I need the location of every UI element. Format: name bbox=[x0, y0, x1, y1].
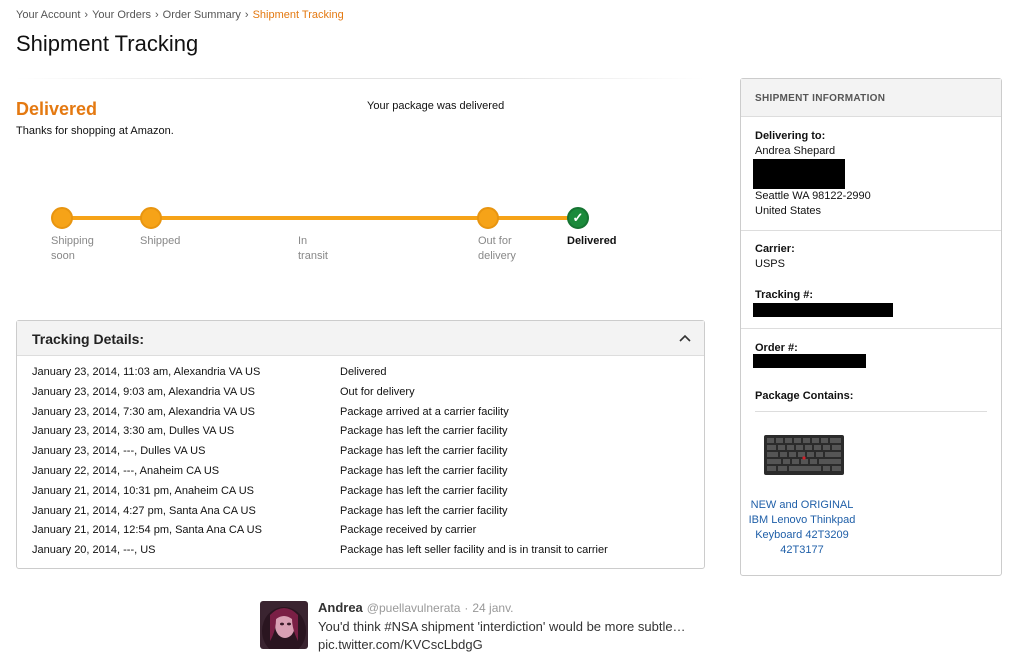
tracking-event-status: Package has left the carrier facility bbox=[340, 464, 508, 477]
tracking-details-header[interactable]: Tracking Details: bbox=[17, 321, 704, 356]
step-dot-out-for-delivery bbox=[477, 207, 499, 229]
city-state-zip: Seattle WA 98122-2990 bbox=[755, 190, 871, 202]
redacted-tracking-number bbox=[753, 303, 893, 317]
tracking-event-status: Delivered bbox=[340, 366, 387, 378]
tracking-event-datetime: January 23, 2014, 9:03 am, Alexandria VA… bbox=[32, 385, 255, 398]
tweet-author-name[interactable]: Andrea bbox=[318, 600, 363, 615]
breadcrumb-your-account[interactable]: Your Account bbox=[16, 9, 80, 21]
carrier-name: USPS bbox=[755, 258, 785, 270]
avatar[interactable] bbox=[260, 601, 308, 649]
tweet: Andrea @puellavulnerata · 24 janv. You'd th… bbox=[260, 600, 740, 659]
breadcrumb-your-orders[interactable]: Your Orders bbox=[92, 9, 151, 21]
package-contents: Package Contains: bbox=[755, 389, 989, 404]
tweet-text: You'd think #NSA shipment 'interdiction'… bbox=[318, 618, 686, 654]
shipment-info-panel: SHIPMENT INFORMATION Delivering to: Andr… bbox=[740, 78, 1002, 576]
country: United States bbox=[755, 205, 822, 217]
order-number-info: Order #: bbox=[753, 341, 989, 368]
tweet-pic-link[interactable]: pic.twitter.com/KVCscLbdgG bbox=[318, 636, 686, 654]
tracking-event-datetime: January 22, 2014, ---, Anaheim CA US bbox=[32, 464, 220, 477]
order-number-label: Order #: bbox=[755, 342, 798, 354]
step-label-out-for-delivery: Out for delivery bbox=[478, 235, 516, 262]
tracking-event-datetime: January 21, 2014, 10:31 pm, Anaheim CA U… bbox=[32, 484, 254, 497]
tracking-event-status: Out for delivery bbox=[340, 385, 415, 398]
step-label-shipping-soon: Shipping soon bbox=[51, 235, 94, 262]
tracking-event-status: Package has left the carrier facility bbox=[340, 504, 508, 517]
divider bbox=[741, 230, 1001, 231]
breadcrumb: Your Account › Your Orders › Order Summary › S… bbox=[16, 9, 344, 21]
tracking-event-datetime: January 23, 2014, ---, Dulles VA US bbox=[32, 445, 206, 458]
tweet-handle[interactable]: @puellavulnerata bbox=[367, 601, 461, 615]
step-dot-shipping-soon bbox=[51, 207, 73, 229]
tracking-event-datetime: January 23, 2014, 3:30 am, Dulles VA US bbox=[32, 425, 235, 438]
breadcrumb-current: Shipment Tracking bbox=[252, 9, 344, 21]
tracking-event-status: Package has left seller facility and is … bbox=[340, 544, 608, 557]
tracking-event-status: Package has left the carrier facility bbox=[340, 484, 508, 497]
step-label-shipped: Shipped bbox=[140, 235, 181, 247]
divider bbox=[755, 411, 987, 412]
breadcrumb-separator: › bbox=[84, 9, 89, 21]
checkmark-icon: ✓ bbox=[567, 207, 589, 229]
step-dot-shipped bbox=[140, 207, 162, 229]
tracking-details-panel: Tracking Details: January 23, 2014, 11:0… bbox=[16, 320, 705, 569]
divider bbox=[741, 328, 1001, 329]
step-label-in-transit: In transit bbox=[298, 235, 328, 262]
breadcrumb-separator: › bbox=[244, 9, 249, 21]
carrier-info: Carrier: USPS bbox=[755, 242, 989, 272]
tweet-text-line: You'd think #NSA shipment 'interdiction'… bbox=[318, 619, 686, 634]
redacted-street-address bbox=[753, 159, 845, 189]
tracking-event-status: Package received by carrier bbox=[340, 524, 477, 537]
tracking-event-datetime: January 23, 2014, 7:30 am, Alexandria VA… bbox=[32, 405, 255, 418]
delivering-to-label: Delivering to: bbox=[755, 130, 826, 142]
tracking-event-status: Package has left the carrier facility bbox=[340, 445, 508, 458]
keyboard-product-image[interactable] bbox=[763, 431, 845, 479]
carrier-label: Carrier: bbox=[755, 243, 795, 255]
package-item-link[interactable]: NEW and ORIGINAL IBM Lenovo Thinkpad Key… bbox=[741, 498, 863, 558]
page-title: Shipment Tracking bbox=[16, 31, 199, 56]
delivery-status-card: Delivered Thanks for shopping at Amazon.… bbox=[16, 78, 704, 310]
redacted-order-number bbox=[753, 354, 866, 368]
tweet-timestamp[interactable]: 24 janv. bbox=[472, 601, 513, 615]
breadcrumb-order-summary[interactable]: Order Summary bbox=[163, 9, 241, 21]
tracking-event-datetime: January 21, 2014, 12:54 pm, Santa Ana CA… bbox=[32, 524, 262, 537]
chevron-up-icon[interactable] bbox=[679, 329, 691, 345]
tracking-event-datetime: January 23, 2014, 11:03 am, Alexandria V… bbox=[32, 366, 261, 378]
delivery-address: Delivering to: Andrea Shepard Seattle WA… bbox=[753, 129, 989, 219]
tracking-event-status: Package has left the carrier facility bbox=[340, 425, 508, 438]
tracking-event-datetime: January 21, 2014, 4:27 pm, Santa Ana CA … bbox=[32, 504, 256, 517]
shipment-info-header: SHIPMENT INFORMATION bbox=[741, 79, 1001, 117]
tracking-number-info: Tracking #: bbox=[753, 288, 989, 317]
package-contains-label: Package Contains: bbox=[755, 390, 854, 402]
shipment-info-title: SHIPMENT INFORMATION bbox=[755, 93, 886, 104]
tracking-event-datetime: January 20, 2014, ---, US bbox=[32, 544, 156, 557]
recipient-name: Andrea Shepard bbox=[755, 145, 836, 157]
step-label-delivered: Delivered bbox=[567, 235, 617, 247]
tracking-number-label: Tracking #: bbox=[755, 289, 814, 301]
progress-tracker: ✓ Shipping soon Shipped In transit Out f… bbox=[16, 78, 704, 310]
tracking-details-title: Tracking Details: bbox=[32, 331, 145, 347]
tweet-author: Andrea @puellavulnerata · 24 janv. bbox=[318, 600, 514, 615]
breadcrumb-separator: › bbox=[155, 9, 159, 21]
tracking-event-status: Package arrived at a carrier facility bbox=[340, 405, 509, 418]
tweet-separator: · bbox=[464, 601, 469, 615]
